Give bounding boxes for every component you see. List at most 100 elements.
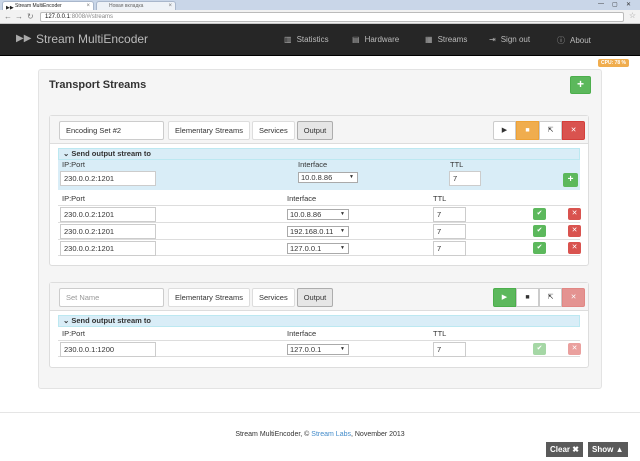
close-window-icon[interactable]: ✕	[626, 1, 631, 8]
stop-button[interactable]: ■	[516, 288, 539, 307]
output-section-header[interactable]: ⌄ Send output stream to	[58, 148, 580, 160]
ipport-input[interactable]: 230.0.0.2:1201	[60, 207, 156, 222]
nav-statistics[interactable]: ▥ Statistics	[284, 35, 329, 44]
hdd-icon: ▤	[352, 35, 360, 44]
plus-icon: +	[567, 174, 574, 185]
ipport-input[interactable]: 230.0.0.2:1201	[60, 224, 156, 239]
tab-elementary-streams[interactable]: Elementary Streams	[168, 121, 250, 140]
debug-show-label: Show	[592, 445, 614, 454]
forward-icon[interactable]: →	[15, 12, 23, 21]
tab-output[interactable]: Output	[296, 288, 334, 307]
new-ttl-input[interactable]: 7	[449, 171, 481, 186]
browser-tab-label: Stream MultiEncoder	[15, 3, 62, 9]
stop-button[interactable]: ■	[516, 121, 539, 140]
output-section-header[interactable]: ⌄ Send output stream to	[58, 315, 580, 327]
encoding-set: Set Name Elementary Streams Services Out…	[49, 282, 589, 368]
remove-output-button[interactable]: ✕	[568, 208, 581, 220]
save-output-button[interactable]: ✔	[533, 225, 546, 237]
new-ipport-input[interactable]: 230.0.0.2:1201	[60, 171, 156, 186]
save-output-button[interactable]: ✔	[533, 242, 546, 254]
save-output-button[interactable]: ✔	[533, 343, 546, 355]
add-stream-button[interactable]: +	[570, 76, 591, 94]
set-name-input[interactable]: Set Name	[59, 288, 164, 307]
back-icon[interactable]: ←	[4, 12, 12, 21]
close-icon: ✖	[572, 445, 579, 454]
info-icon: ⓘ	[557, 36, 565, 45]
debug-show-button[interactable]: Show ▲	[588, 442, 628, 457]
ttl-input[interactable]: 7	[433, 241, 466, 256]
output-table-header: IP:Port Interface TTL	[58, 329, 580, 339]
new-interface-label: Interface	[298, 160, 328, 169]
maximize-icon[interactable]: ▢	[612, 1, 618, 8]
set-header: Set Name Elementary Streams Services Out…	[50, 283, 588, 311]
close-tab-icon[interactable]: ×	[86, 2, 90, 10]
remove-icon: ✕	[571, 227, 578, 234]
tab-elementary-streams[interactable]: Elementary Streams	[168, 288, 250, 307]
tab-output[interactable]: Output	[296, 121, 334, 140]
footer-link[interactable]: Stream Labs	[311, 431, 351, 438]
nav-hardware[interactable]: ▤ Hardware	[352, 35, 399, 44]
set-name-input[interactable]: Encoding Set #2	[59, 121, 164, 140]
minimize-icon[interactable]: —	[598, 1, 604, 7]
dropdown-arrow-icon: ▼	[340, 228, 345, 234]
chevron-up-icon: ▲	[615, 445, 624, 454]
remove-output-button[interactable]: ✕	[568, 343, 581, 355]
ttl-header: TTL	[433, 329, 447, 338]
url-field[interactable]: 127.0.0.1:8008/#/streams	[40, 12, 624, 22]
remove-icon: ✕	[570, 127, 577, 134]
debug-clear-button[interactable]: Clear ✖	[546, 442, 583, 457]
film-icon: ▦	[425, 35, 433, 44]
bookmark-star-icon[interactable]: ☆	[629, 11, 636, 20]
interface-header: Interface	[287, 194, 317, 203]
cpu-badge: CPU: 78 %	[598, 59, 630, 67]
nav-streams[interactable]: ▦ Streams	[425, 35, 467, 44]
debug-clear-label: Clear	[550, 445, 571, 454]
check-icon: ✔	[536, 345, 543, 352]
output-row: 230.0.0.2:1201 127.0.0.1 ▼ 7 ✔ ✕	[58, 239, 581, 256]
dropdown-arrow-icon: ▼	[340, 245, 345, 251]
ipport-input[interactable]: 230.0.0.2:1201	[60, 241, 156, 256]
output-row: 230.0.0.1:1200 127.0.0.1 ▼ 7 ✔ ✕	[58, 340, 581, 357]
remove-icon: ✕	[571, 244, 578, 251]
dropdown-arrow-icon: ▼	[340, 346, 345, 352]
stop-icon: ■	[525, 127, 530, 134]
browser-tab-label: Новая вкладка	[109, 3, 144, 9]
remove-output-button[interactable]: ✕	[568, 242, 581, 254]
select-value: 192.168.0.11	[290, 227, 334, 236]
select-value: 127.0.0.1	[290, 244, 322, 253]
tab-services[interactable]: Services	[251, 121, 295, 140]
export-button[interactable]: ⇱	[539, 288, 562, 307]
remove-output-button[interactable]: ✕	[568, 225, 581, 237]
tab-services[interactable]: Services	[251, 288, 295, 307]
nav-about[interactable]: ⓘ About	[557, 35, 591, 46]
ipport-input[interactable]: 230.0.0.1:1200	[60, 342, 156, 357]
ttl-input[interactable]: 7	[433, 342, 466, 357]
ttl-input[interactable]: 7	[433, 224, 466, 239]
interface-select[interactable]: 10.0.8.86 ▼	[287, 209, 349, 220]
ttl-header: TTL	[433, 194, 447, 203]
browser-tab-new[interactable]: Новая вкладка ×	[96, 1, 176, 10]
interface-select[interactable]: 192.168.0.11 ▼	[287, 226, 349, 237]
ipport-header: IP:Port	[62, 194, 85, 203]
play-button[interactable]: ▶	[493, 288, 516, 307]
play-button[interactable]: ▶	[493, 121, 516, 140]
new-interface-select[interactable]: 10.0.8.86 ▼	[298, 172, 358, 183]
nav-sign-out[interactable]: ⇥ Sign out	[489, 35, 530, 44]
save-output-button[interactable]: ✔	[533, 208, 546, 220]
export-button[interactable]: ⇱	[539, 121, 562, 140]
footer-suffix: , November 2013	[350, 431, 405, 438]
select-value: 127.0.0.1	[290, 345, 322, 354]
add-output-button[interactable]: +	[563, 173, 578, 187]
brand-title[interactable]: Stream MultiEncoder	[36, 32, 148, 46]
delete-set-button[interactable]: ✕	[562, 121, 585, 140]
nav-label: Streams	[437, 35, 468, 44]
new-output-row: IP:Port Interface TTL 230.0.0.2:1201 10.…	[58, 160, 580, 190]
browser-tab-active[interactable]: ▶▶ Stream MultiEncoder ×	[2, 1, 94, 10]
interface-select[interactable]: 127.0.0.1 ▼	[287, 243, 349, 254]
delete-set-button[interactable]: ✕	[562, 288, 585, 307]
ttl-input[interactable]: 7	[433, 207, 466, 222]
reload-icon[interactable]: ↻	[27, 12, 34, 21]
check-icon: ✔	[536, 244, 543, 251]
close-tab-icon[interactable]: ×	[168, 2, 172, 10]
interface-select[interactable]: 127.0.0.1 ▼	[287, 344, 349, 355]
